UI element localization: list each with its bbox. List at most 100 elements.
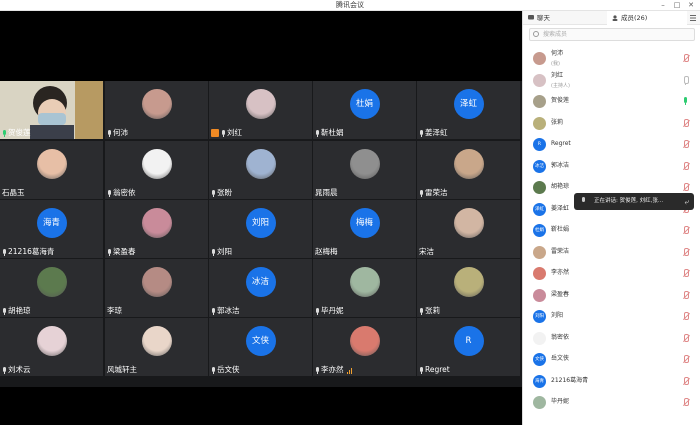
participant-name: 21216葛海青 (2, 247, 54, 257)
mic-muted-icon[interactable] (682, 355, 689, 364)
mic-muted-icon[interactable] (682, 376, 689, 386)
avatar: 梅梅 (349, 208, 380, 238)
video-tile[interactable]: 刘术云 (0, 318, 103, 376)
member-row[interactable]: 冰洁 郭冰洁 (523, 156, 700, 178)
video-tile[interactable]: 刘阳 刘阳 (209, 200, 312, 258)
member-name: Regret (551, 140, 571, 147)
member-row[interactable]: 杜娟 靳杜娟 (523, 220, 700, 242)
video-tile[interactable]: 胡艳琼 (0, 259, 103, 317)
member-row[interactable]: 雷荣洁 (523, 242, 700, 264)
participant-name: 张盼 (211, 188, 232, 198)
mic-muted-icon[interactable] (682, 118, 689, 128)
member-row[interactable]: 何沛 (我) (523, 48, 700, 70)
video-tile[interactable]: 何沛 (105, 81, 208, 139)
mic-icon[interactable] (682, 75, 689, 85)
mic-muted-icon[interactable] (682, 247, 689, 257)
avatar (141, 267, 172, 297)
mic-icon (2, 248, 7, 256)
participant-name-text: 刘红 (227, 128, 242, 137)
video-tile[interactable]: R Regret (417, 318, 520, 376)
member-avatar (533, 331, 546, 345)
participant-name-text: 郭冰洁 (217, 306, 240, 315)
participant-name: 晁雨晨 (315, 188, 338, 198)
video-tile[interactable]: 雷荣洁 (417, 141, 520, 199)
participant-name-text: 何沛 (113, 128, 128, 137)
mic-muted-icon[interactable] (682, 54, 689, 63)
member-row[interactable]: 刘红 (主持人) (523, 70, 700, 92)
mic-muted-icon[interactable] (682, 398, 689, 407)
video-tile[interactable]: 泽虹 姜泽虹 (417, 81, 520, 139)
mic-muted-icon[interactable] (682, 161, 689, 171)
member-name: 刘阳 (551, 312, 564, 319)
member-avatar (533, 396, 546, 409)
video-tile[interactable]: 毕丹妮 (313, 259, 416, 317)
member-row[interactable]: 翁密依 (523, 328, 700, 350)
close-button[interactable]: ✕ (684, 0, 698, 11)
chat-icon (528, 15, 534, 20)
video-tile[interactable]: 贺俊莲 (0, 81, 103, 139)
participant-name: 李琼 (107, 306, 122, 316)
member-row[interactable]: 毕丹妮 (523, 392, 700, 414)
mic-muted-icon[interactable] (682, 183, 689, 192)
avatar (453, 149, 484, 179)
menu-icon[interactable] (689, 14, 697, 22)
member-row[interactable]: R Regret (523, 134, 700, 156)
video-tile[interactable]: 李琼 (105, 259, 208, 317)
maximize-button[interactable]: □ (670, 0, 684, 11)
member-avatar: 冰洁 (533, 159, 546, 173)
mic-muted-icon[interactable] (682, 226, 689, 235)
video-tile[interactable]: 李亦然 (313, 318, 416, 376)
video-tile[interactable]: 海青 21216葛海青 (0, 200, 103, 258)
avatar: 文侠 (245, 326, 276, 356)
member-search-input[interactable]: 搜索成员 (529, 28, 695, 41)
participant-name: 赵梅梅 (315, 247, 338, 257)
participant-name-text: 李琼 (107, 306, 122, 315)
video-tile[interactable]: 晁雨晨 (313, 141, 416, 199)
participant-name: 胡艳琼 (2, 306, 31, 316)
search-icon (533, 31, 539, 37)
participant-name: 石晶玉 (2, 188, 25, 198)
member-row[interactable]: 梁盈春 (523, 285, 700, 307)
mic-icon (315, 366, 320, 374)
participant-name-text: 宋洁 (419, 247, 434, 256)
mic-icon (419, 129, 424, 137)
video-tile[interactable]: 风城轩主 (105, 318, 208, 376)
return-icon[interactable]: ⤶ (685, 196, 689, 207)
participant-name-text: 21216葛海青 (8, 247, 55, 256)
video-tile[interactable]: 张盼 (209, 141, 312, 199)
avatar: 海青 (36, 208, 67, 238)
member-row[interactable]: 李亦然 (523, 263, 700, 285)
tab-members[interactable]: 成员(26) (607, 11, 687, 25)
video-tile[interactable]: 张莉 (417, 259, 520, 317)
video-tile[interactable]: 刘红 (209, 81, 312, 139)
video-tile[interactable]: 梁盈春 (105, 200, 208, 258)
member-row[interactable]: 张莉 (523, 113, 700, 135)
member-name: 雷荣洁 (551, 247, 570, 255)
mic-muted-icon[interactable] (682, 140, 689, 149)
video-tile[interactable]: 杜娟 靳杜娟 (313, 81, 416, 139)
mic-muted-icon[interactable] (682, 333, 689, 343)
video-tile[interactable]: 文侠 岳文侠 (209, 318, 312, 376)
video-tile[interactable]: 冰洁 郭冰洁 (209, 259, 312, 317)
member-row[interactable]: 贺俊莲 (523, 91, 700, 113)
member-name: 郭冰洁 (551, 161, 570, 169)
member-row[interactable]: 文侠 岳文侠 (523, 349, 700, 371)
tab-chat[interactable]: 聊天 (523, 11, 607, 25)
member-row[interactable]: 刘阳 刘阳 (523, 306, 700, 328)
video-tile[interactable]: 宋洁 (417, 200, 520, 258)
video-tile[interactable]: 翁密依 (105, 141, 208, 199)
mic-muted-icon[interactable] (682, 312, 689, 321)
tab-chat-label: 聊天 (537, 14, 550, 22)
video-tile[interactable]: 梅梅赵梅梅 (313, 200, 416, 258)
member-row[interactable]: 海青 21216葛海青 (523, 371, 700, 393)
mic-icon[interactable] (682, 97, 689, 106)
avatar: R (453, 326, 484, 356)
video-tile[interactable]: 石晶玉 (0, 141, 103, 199)
member-avatar (533, 52, 546, 65)
minimize-button[interactable]: – (656, 0, 670, 11)
mic-muted-icon[interactable] (682, 290, 689, 300)
member-avatar (533, 267, 546, 280)
avatar (453, 208, 484, 238)
mic-muted-icon[interactable] (682, 269, 689, 278)
mic-icon (2, 366, 7, 374)
